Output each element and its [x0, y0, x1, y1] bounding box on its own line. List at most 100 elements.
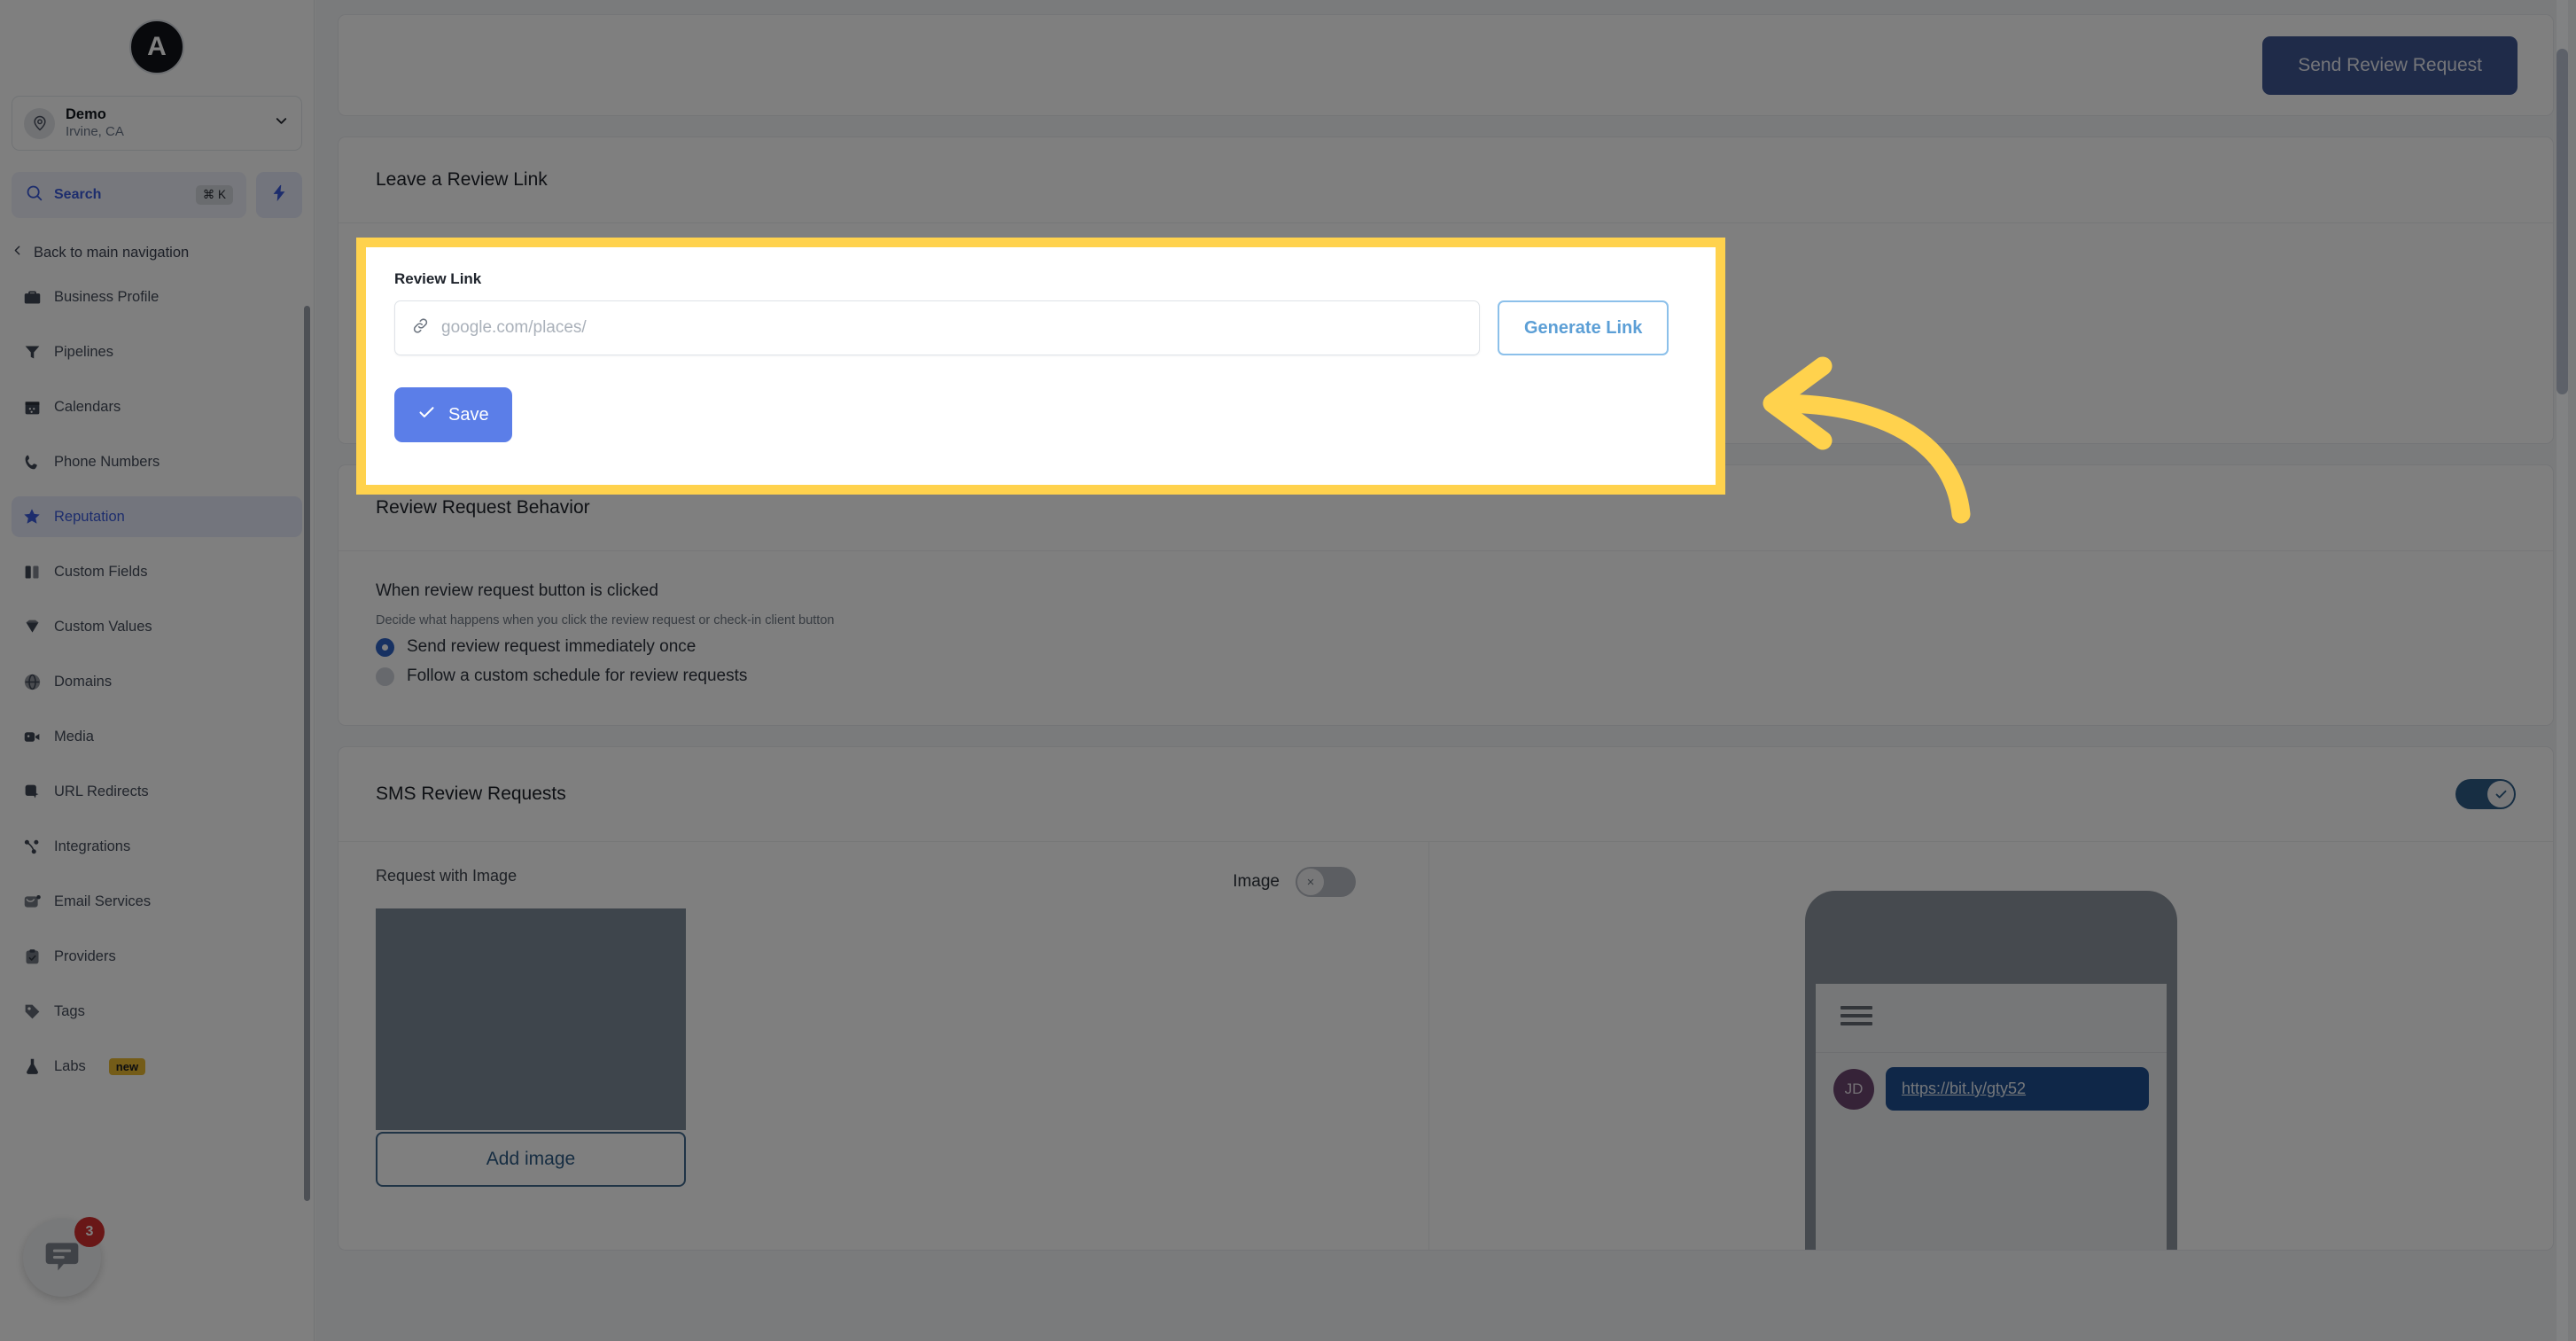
sidebar-item-label: Custom Fields: [54, 563, 148, 580]
chevron-down-icon[interactable]: [273, 113, 290, 134]
location-text: Demo Irvine, CA: [66, 106, 273, 139]
location-pin-icon: [24, 107, 55, 139]
phone-screen: JD https://bit.ly/gty52: [1816, 984, 2167, 1250]
generate-link-button[interactable]: Generate Link: [1498, 300, 1669, 355]
search-shortcut-kbd: ⌘ K: [195, 185, 233, 205]
sidebar-item-domains[interactable]: Domains: [12, 661, 302, 702]
sidebar-item-calendars[interactable]: Calendars: [12, 386, 302, 427]
search-row: Search ⌘ K: [12, 172, 302, 218]
app-root: A Demo Irvine, CA Search ⌘ K Back to mai…: [0, 0, 2576, 1341]
sidebar-nav: Business Profile Pipelines Calendars Pho…: [0, 277, 314, 1087]
sidebar-item-label: Calendars: [54, 398, 121, 415]
sidebar-item-email-services[interactable]: Email Services: [12, 881, 302, 922]
sidebar-item-label: Tags: [54, 1002, 85, 1019]
send-review-request-button[interactable]: Send Review Request: [2262, 35, 2518, 95]
radio-option-custom-schedule[interactable]: Follow a custom schedule for review requ…: [376, 667, 2516, 686]
main-content: Send Review Request Leave a Review Link …: [315, 0, 2576, 1341]
sms-enabled-toggle[interactable]: [2455, 779, 2516, 809]
sidebar: A Demo Irvine, CA Search ⌘ K Back to mai…: [0, 0, 315, 1341]
behavior-hint: Decide what happens when you click the r…: [376, 613, 835, 628]
globe-icon: [22, 672, 42, 691]
add-image-button[interactable]: Add image: [376, 1132, 686, 1187]
save-button[interactable]: Save: [394, 387, 512, 442]
sidebar-item-label: Custom Values: [54, 618, 152, 635]
sidebar-item-business-profile[interactable]: Business Profile: [12, 277, 302, 317]
sidebar-item-label: Media: [54, 728, 94, 745]
gem-icon: [22, 617, 42, 636]
behavior-body: When review request button is clicked De…: [339, 551, 2553, 725]
sidebar-item-providers[interactable]: Providers: [12, 936, 302, 977]
behavior-sub-label: When review request button is clicked: [376, 581, 658, 600]
funnel-icon: [22, 342, 42, 362]
sidebar-item-label: URL Redirects: [54, 783, 149, 799]
sidebar-item-label: Phone Numbers: [54, 453, 160, 470]
sms-section-title: SMS Review Requests: [376, 784, 566, 804]
review-link-input-wrapper[interactable]: [394, 300, 1480, 355]
back-nav-label: Back to main navigation: [34, 244, 190, 261]
chat-unread-badge: 3: [74, 1217, 105, 1247]
calendar-icon: [22, 397, 42, 417]
sidebar-item-phone-numbers[interactable]: Phone Numbers: [12, 441, 302, 482]
video-icon: [22, 727, 42, 746]
review-link-input[interactable]: [441, 318, 1463, 338]
status-badge: new: [108, 1057, 146, 1075]
review-link-input-row: Generate Link: [394, 300, 1687, 355]
image-toggle[interactable]: ×: [1296, 867, 1356, 897]
back-to-main-navigation[interactable]: Back to main navigation: [10, 243, 302, 262]
sidebar-item-label: Integrations: [54, 838, 131, 854]
image-toggle-label: Image: [1233, 872, 1280, 891]
phone-mockup: JD https://bit.ly/gty52: [1805, 891, 2177, 1250]
chat-bubble-icon: [43, 1236, 82, 1280]
phone-icon: [22, 452, 42, 472]
review-link-form: Review Link Generate Link Save: [366, 247, 1716, 442]
quick-actions-button[interactable]: [256, 172, 302, 218]
sidebar-item-label: Pipelines: [54, 343, 113, 360]
radio-icon-selected[interactable]: [376, 637, 394, 657]
sms-body: Request with Image Image × Add image JD …: [339, 842, 2553, 1250]
sidebar-item-label: Business Profile: [54, 288, 160, 305]
divider: [339, 222, 2553, 223]
clipboard-check-icon: [22, 947, 42, 966]
flask-icon: [22, 1056, 42, 1076]
radio-icon-unselected[interactable]: [376, 667, 394, 686]
sidebar-item-media[interactable]: Media: [12, 716, 302, 757]
location-switcher[interactable]: Demo Irvine, CA: [12, 96, 302, 151]
columns-icon: [22, 562, 42, 581]
sidebar-item-pipelines[interactable]: Pipelines: [12, 331, 302, 372]
chat-support-button[interactable]: 3: [23, 1217, 105, 1297]
radio-label: Follow a custom schedule for review requ…: [407, 667, 748, 685]
preview-message-row: JD https://bit.ly/gty52: [1816, 1053, 2167, 1125]
sidebar-item-label: Email Services: [54, 893, 152, 909]
brand-logo[interactable]: A: [129, 19, 184, 74]
sidebar-scrollbar[interactable]: [304, 306, 310, 1201]
page-title: Leave a Review Link: [376, 169, 548, 190]
radio-option-immediate[interactable]: Send review request immediately once: [376, 637, 2516, 657]
sidebar-item-custom-values[interactable]: Custom Values: [12, 606, 302, 647]
review-link-highlight-frame: Review Link Generate Link Save: [356, 238, 1725, 495]
link-icon: [411, 316, 430, 339]
sms-review-requests-card: SMS Review Requests Request with Image I…: [338, 746, 2554, 1251]
mail-icon: [22, 892, 42, 911]
search-label: Search: [54, 187, 102, 202]
sidebar-item-url-redirects[interactable]: URL Redirects: [12, 771, 302, 812]
main-scrollbar-thumb[interactable]: [2557, 49, 2568, 394]
tag-icon: [22, 1002, 42, 1021]
sidebar-item-integrations[interactable]: Integrations: [12, 826, 302, 867]
nodes-icon: [22, 837, 42, 856]
sidebar-item-labs[interactable]: Labs new: [12, 1046, 302, 1087]
sidebar-item-label: Reputation: [54, 508, 125, 525]
star-icon: [22, 507, 42, 526]
image-toggle-group: Image ×: [1233, 867, 1356, 897]
phone-topbar: [1816, 984, 2167, 1053]
sidebar-item-tags[interactable]: Tags: [12, 991, 302, 1032]
sidebar-item-label: Labs: [54, 1057, 86, 1074]
avatar: JD: [1833, 1068, 1874, 1110]
close-icon: ×: [1297, 869, 1324, 895]
sidebar-item-reputation[interactable]: Reputation: [12, 496, 302, 537]
image-preview-placeholder: [376, 908, 686, 1130]
save-button-label: Save: [448, 404, 489, 425]
search-input[interactable]: Search ⌘ K: [12, 172, 246, 218]
sms-left-panel: Request with Image Image × Add image: [339, 842, 1428, 1250]
sidebar-item-custom-fields[interactable]: Custom Fields: [12, 551, 302, 592]
hamburger-icon: [1841, 1006, 1872, 1030]
